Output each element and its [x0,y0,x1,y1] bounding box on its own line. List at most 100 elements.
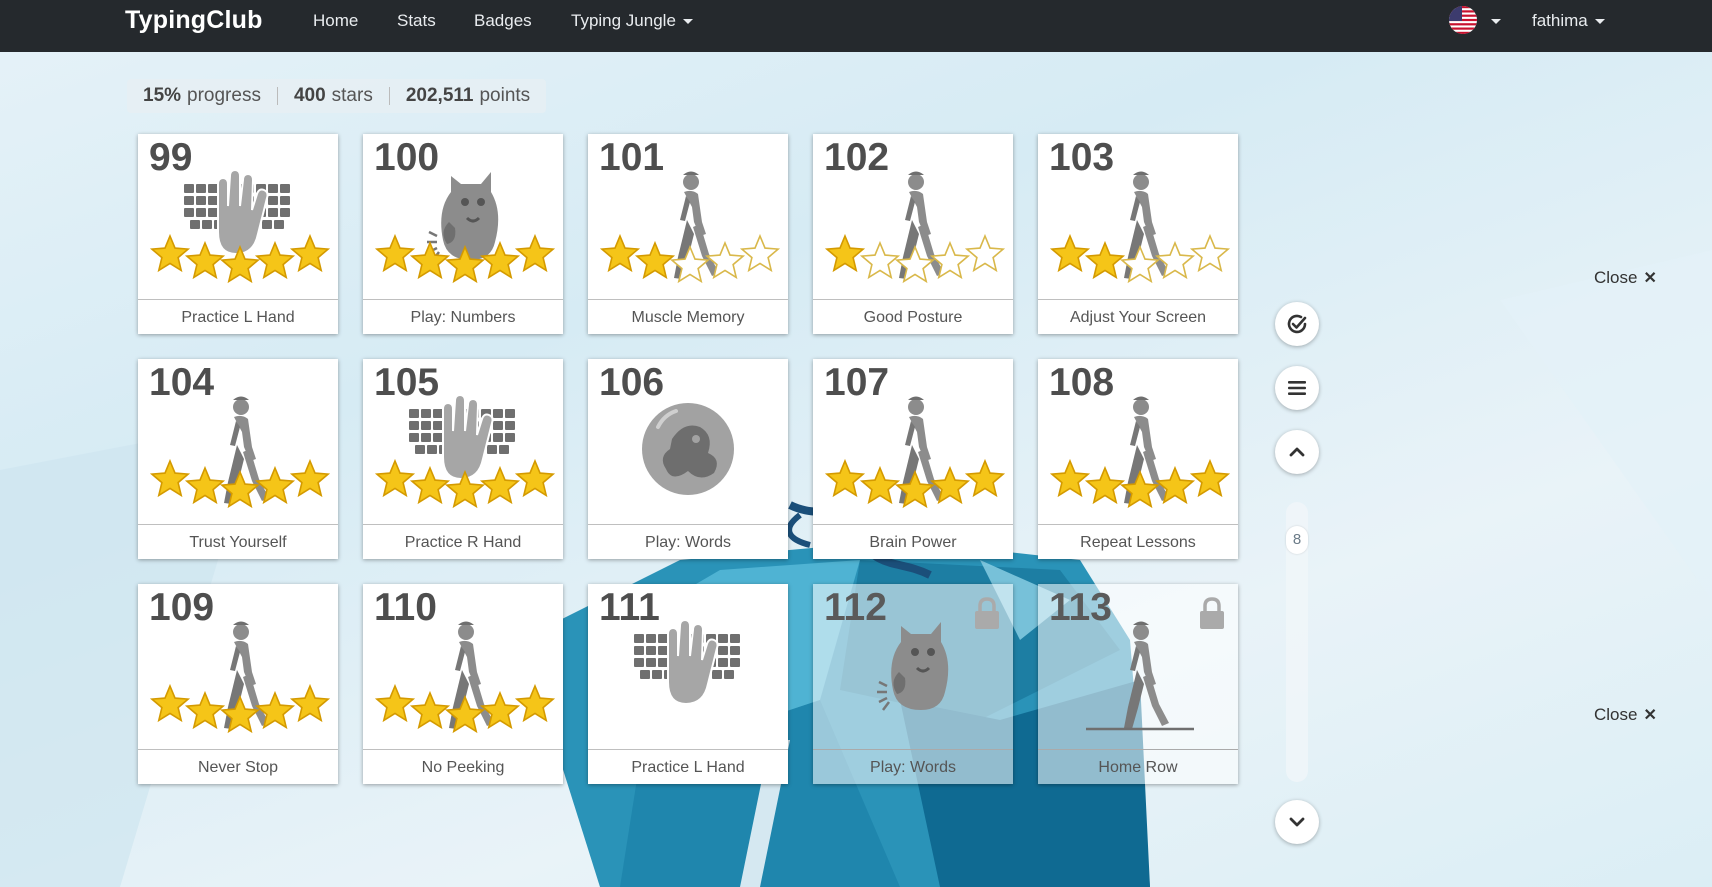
walking-man-icon [1049,396,1231,509]
lesson-tile[interactable]: 109 Never Stop [138,584,338,784]
star-filled-icon [599,233,641,273]
star-filled-icon [409,690,451,730]
walking-man-icon [1049,171,1231,284]
nav-stats[interactable]: Stats [397,11,436,31]
star-filled-icon [824,458,866,498]
lesson-tile[interactable]: 99 Practice L Hand [138,134,338,334]
lock-icon [975,597,999,629]
close-button-top[interactable]: Close ✕ [1594,268,1657,288]
nav-typing-jungle[interactable]: Typing Jungle [571,11,693,31]
page-indicator[interactable]: 8 [1286,526,1308,554]
star-filled-icon [374,233,416,273]
nav-badges[interactable]: Badges [474,11,532,31]
user-menu[interactable]: fathima [1532,11,1605,31]
language-chevron-down-icon[interactable] [1491,19,1501,24]
close-icon: ✕ [1643,707,1657,724]
check-circle-icon [1287,314,1307,334]
star-filled-icon [1049,233,1091,273]
close-label: Close [1594,268,1638,287]
lock-icon [1200,597,1224,629]
check-progress-button[interactable] [1275,302,1319,346]
star-filled-icon [1084,240,1126,280]
lesson-title: Play: Numbers [363,299,563,334]
points-label: points [479,85,531,106]
divider [276,87,278,105]
progress-label: progress [187,85,261,106]
star-filled-icon [149,233,191,273]
nav-home[interactable]: Home [313,11,358,31]
stars-label: stars [331,85,373,106]
star-filled-icon [514,458,556,498]
star-filled-icon [374,683,416,723]
chevron-down-icon [1594,19,1605,25]
progress-percent: 15% [143,85,182,106]
star-filled-icon [149,683,191,723]
close-button-bottom[interactable]: Close ✕ [1594,705,1657,725]
lesson-title: Practice R Hand [363,524,563,559]
walking-man-icon [149,396,331,509]
bubble-creature-icon [642,403,734,495]
star-filled-icon [964,458,1006,498]
chevron-down-icon [1289,817,1305,827]
lesson-title: Practice L Hand [138,299,338,334]
stars-count: 400 [293,85,326,106]
star-filled-icon [514,683,556,723]
lesson-tile[interactable]: 108 Repeat Lessons [1038,359,1238,559]
monster-icon [877,622,949,711]
nav-typing-jungle-label: Typing Jungle [571,11,676,30]
brand-logo[interactable]: TypingClub [125,6,263,35]
lesson-title: Play: Words [588,524,788,559]
lesson-tile[interactable]: 103 Adjust Your Screen [1038,134,1238,334]
star-filled-icon [1084,465,1126,505]
lesson-title: Never Stop [138,749,338,784]
scroll-up-button[interactable] [1275,430,1319,474]
lesson-title: Brain Power [813,524,1013,559]
user-name: fathima [1532,11,1588,30]
star-filled-icon [479,465,521,505]
walking-man-icon [374,621,556,734]
keyboard-hand-icon [149,168,331,284]
lesson-tile[interactable]: 104 Trust Yourself [138,359,338,559]
scroll-down-button[interactable] [1275,800,1319,844]
star-filled-icon [184,690,226,730]
walking-man-icon [1086,621,1194,731]
menu-button[interactable] [1275,366,1319,410]
star-filled-icon [634,240,676,280]
lesson-title: No Peeking [363,749,563,784]
star-filled-icon [1049,458,1091,498]
lesson-tile[interactable]: 112 Play: Words [813,584,1013,784]
star-filled-icon [254,240,296,280]
star-filled-icon [514,233,556,273]
walking-man-icon [149,621,331,734]
lesson-title: Home Row [1038,749,1238,784]
progress-summary: 15% progress 400 stars 202,511 points [127,79,547,113]
lesson-tile[interactable]: 106 Play: Words [588,359,788,559]
star-filled-icon [374,458,416,498]
star-empty-icon [1189,233,1231,273]
lesson-tile[interactable]: 100 Play: Numbers [363,134,563,334]
star-empty-icon [859,240,901,280]
close-icon: ✕ [1643,270,1657,287]
star-filled-icon [184,240,226,280]
lesson-tile[interactable]: 101 Muscle Memory [588,134,788,334]
close-label: Close [1594,705,1638,724]
points-count: 202,511 [405,85,474,106]
lesson-tile[interactable]: 110 No Peeking [363,584,563,784]
star-filled-icon [289,683,331,723]
walking-man-icon [824,396,1006,509]
keyboard-hand-icon [634,618,740,706]
star-filled-icon [289,233,331,273]
walking-man-icon [824,171,1006,284]
lesson-tile[interactable]: 102 Good Posture [813,134,1013,334]
star-filled-icon [409,465,451,505]
star-empty-icon [739,233,781,273]
keyboard-hand-icon [374,393,556,509]
lesson-tile[interactable]: 107 Brain Power [813,359,1013,559]
lesson-title: Play: Words [813,749,1013,784]
us-flag-icon[interactable] [1449,6,1477,34]
star-filled-icon [824,233,866,273]
lesson-tile[interactable]: 113 Home Row [1038,584,1238,784]
lesson-title: Trust Yourself [138,524,338,559]
lesson-tile[interactable]: 105 Practice R Hand [363,359,563,559]
lesson-tile[interactable]: 111 Practice L Hand [588,584,788,784]
